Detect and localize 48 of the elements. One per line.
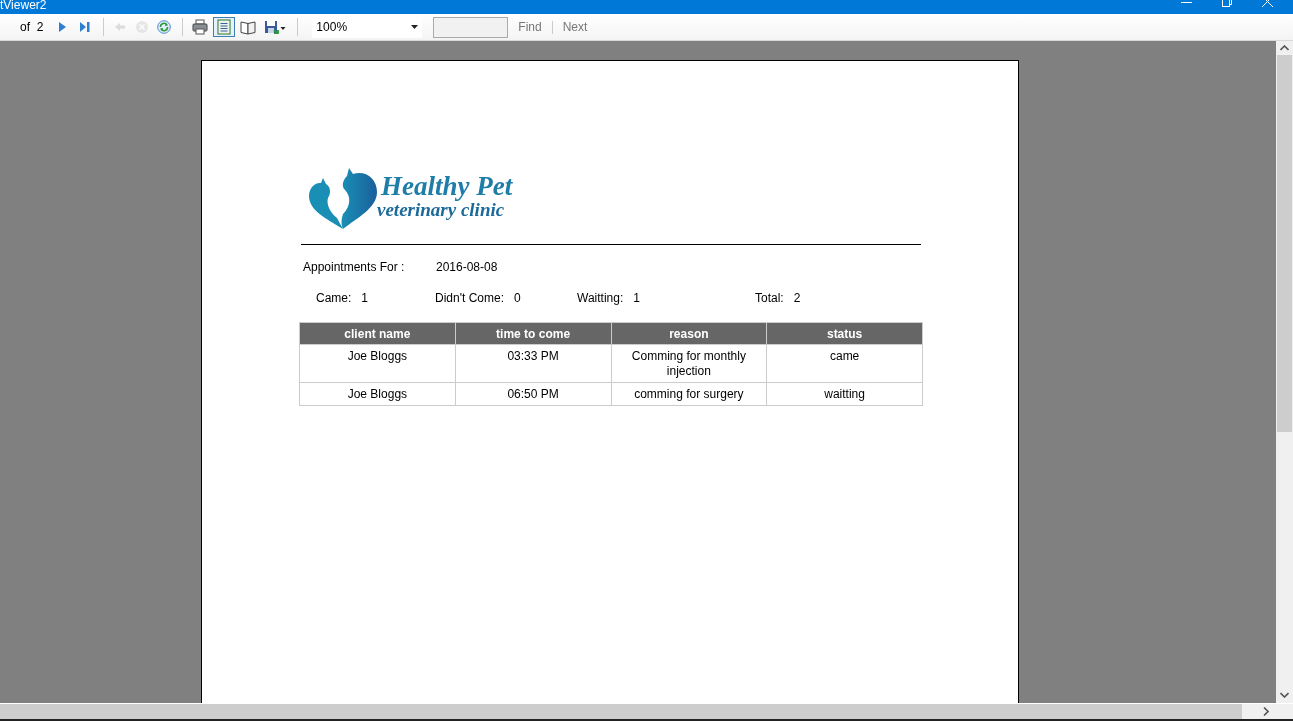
dropdown-caret-icon bbox=[411, 25, 419, 29]
column-header: client name bbox=[299, 322, 456, 345]
window-title: tViewer2 bbox=[0, 0, 47, 11]
summary-value: 1 bbox=[361, 291, 369, 305]
summary-label: Came: bbox=[316, 291, 352, 305]
save-icon bbox=[264, 20, 287, 34]
vertical-scrollbar[interactable] bbox=[1276, 41, 1293, 703]
minimize-icon[interactable] bbox=[1181, 0, 1192, 4]
table-cell: 06:50 PM bbox=[455, 382, 611, 406]
column-header: time to come bbox=[455, 322, 611, 345]
close-icon[interactable] bbox=[1262, 0, 1273, 7]
page-count: of 2 bbox=[20, 20, 44, 34]
logo-icon bbox=[307, 166, 379, 230]
find-link[interactable]: Find bbox=[517, 20, 543, 34]
table-cell: waitting bbox=[766, 382, 923, 406]
summary-value: 2 bbox=[793, 291, 801, 305]
column-header: reason bbox=[611, 322, 767, 345]
scroll-down-icon[interactable] bbox=[1280, 692, 1289, 698]
logo-tagline: veterinary clinic bbox=[377, 200, 506, 220]
table-cell: Comming for monthly injection bbox=[611, 344, 767, 383]
table-cell: came bbox=[766, 344, 923, 383]
scroll-up-icon[interactable] bbox=[1280, 45, 1289, 51]
heading-label: Appointments For : bbox=[303, 260, 406, 274]
summary-label: Didn't Come: bbox=[435, 291, 504, 305]
scroll-thumb[interactable] bbox=[1277, 55, 1292, 432]
table-cell: Joe Bloggs bbox=[299, 382, 456, 406]
summary-value: 0 bbox=[514, 291, 521, 305]
printer-icon bbox=[192, 19, 209, 35]
refresh-icon bbox=[157, 20, 172, 34]
summary-value: 1 bbox=[633, 291, 640, 305]
table-cell: 03:33 PM bbox=[455, 344, 611, 383]
logo-name: Healthy Pet bbox=[381, 172, 513, 200]
report-date: 2016-08-08 bbox=[436, 260, 498, 274]
restore-icon[interactable] bbox=[1222, 0, 1232, 7]
scroll-right-icon[interactable] bbox=[1263, 707, 1269, 716]
stop-icon bbox=[135, 20, 150, 34]
open-book-icon bbox=[240, 19, 257, 35]
summary-label: Waitting: bbox=[577, 291, 624, 305]
page-layout-icon bbox=[216, 19, 233, 35]
table-cell: comming for surgery bbox=[611, 382, 767, 406]
find-field[interactable] bbox=[433, 16, 509, 38]
page-layout-button[interactable] bbox=[213, 17, 236, 37]
next-link[interactable]: Next bbox=[561, 20, 589, 34]
table-cell: Joe Bloggs bbox=[299, 344, 456, 383]
back-arrow-icon bbox=[113, 20, 128, 34]
summary-label: Total: bbox=[755, 291, 784, 305]
column-header: status bbox=[766, 322, 923, 345]
last-page-icon bbox=[78, 20, 93, 34]
